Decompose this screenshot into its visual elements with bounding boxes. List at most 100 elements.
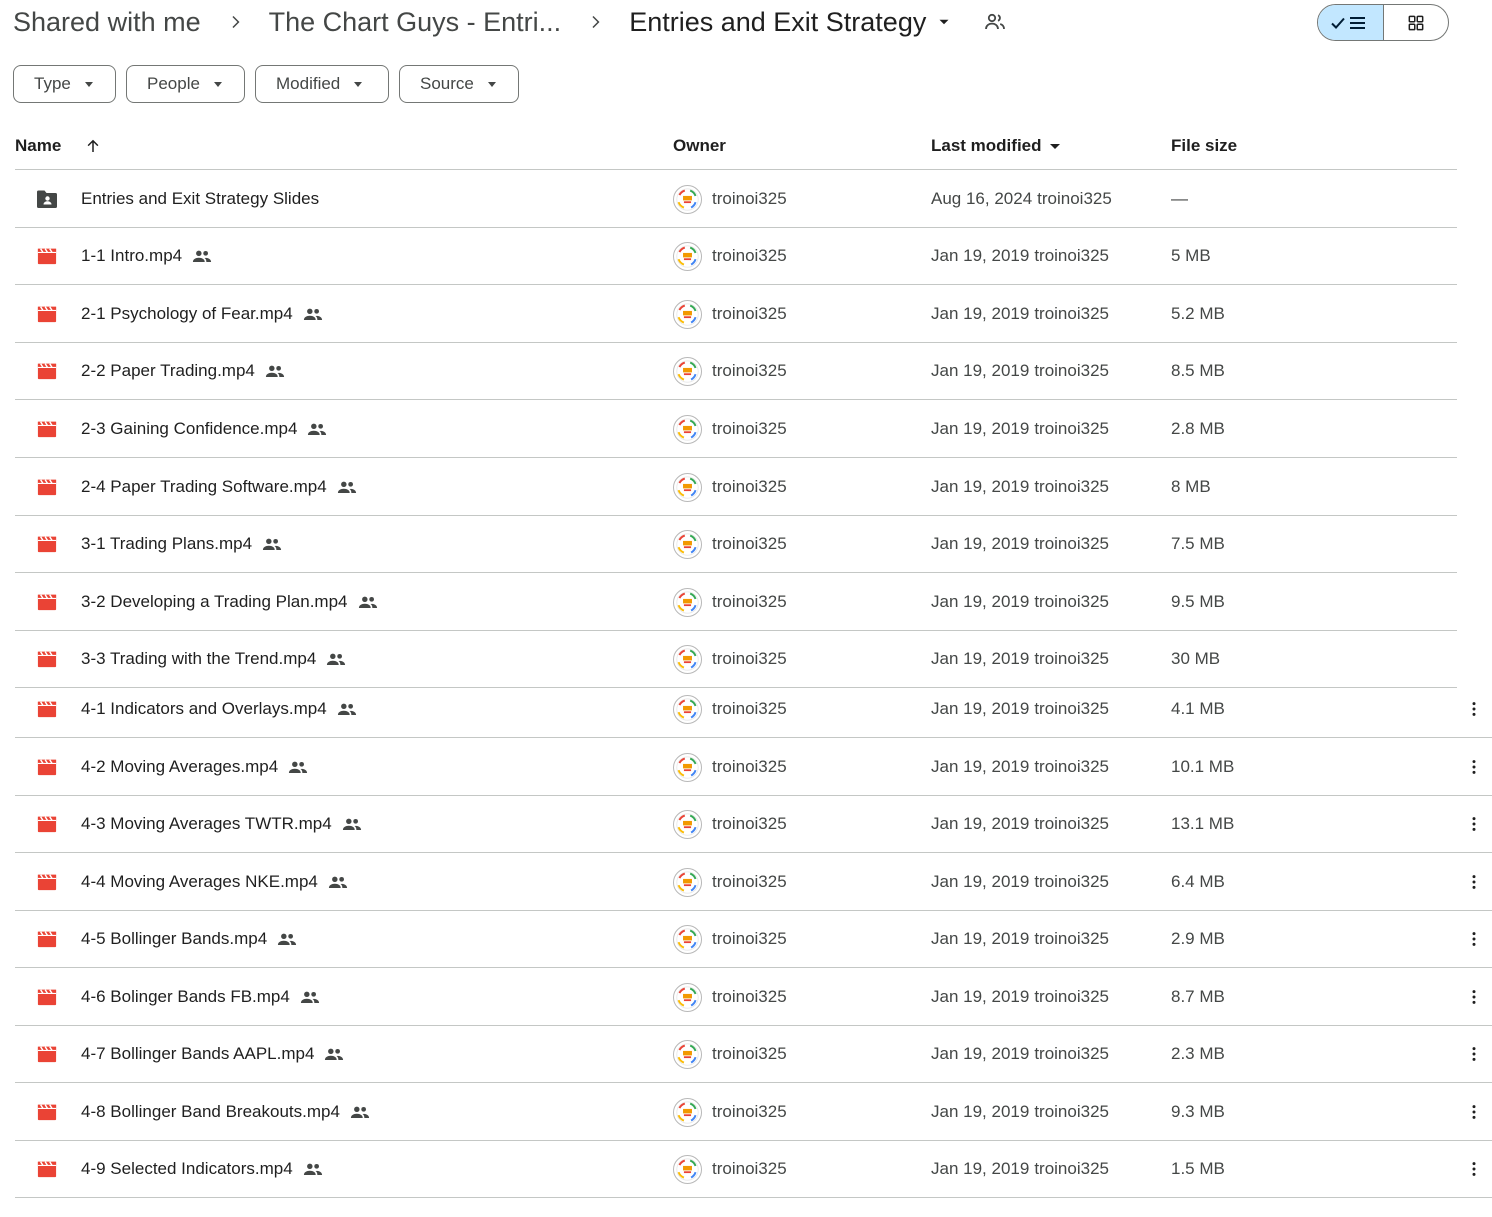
owner-name: troinoi325 (712, 189, 787, 208)
filter-people[interactable]: People (126, 65, 245, 103)
owner-cell: troinoi325 (673, 739, 787, 795)
table-row[interactable]: 4-8 Bollinger Band Breakouts.mp4 troinoi3… (15, 1084, 1492, 1141)
file-name[interactable]: 2-3 Gaining Confidence.mp4 (81, 419, 297, 439)
file-name-cell: 4-9 Selected Indicators.mp4 (81, 1141, 325, 1197)
file-name[interactable]: 4-2 Moving Averages.mp4 (81, 757, 278, 777)
file-size-cell: 8 MB (1171, 459, 1211, 515)
more-vert-icon[interactable] (1458, 981, 1490, 1013)
shared-people-icon (303, 1161, 325, 1177)
file-name[interactable]: 4-4 Moving Averages NKE.mp4 (81, 872, 318, 892)
list-view-button[interactable] (1318, 5, 1384, 40)
modified-by: troinoi325 (1034, 814, 1109, 833)
modified-date: Jan 19, 2019 (931, 592, 1030, 611)
table-row[interactable]: 4-6 Bolinger Bands FB.mp4 troinoi325 Jan 1… (15, 969, 1492, 1026)
file-name[interactable]: 4-9 Selected Indicators.mp4 (81, 1159, 293, 1179)
shared-people-icon (342, 816, 364, 832)
table-row[interactable]: 3-2 Developing a Trading Plan.mp4 troinoi… (15, 574, 1457, 631)
last-modified-cell: Jan 19, 2019 troinoi325 (931, 574, 1109, 630)
shared-folder-people-icon[interactable] (982, 9, 1008, 35)
file-name[interactable]: 2-4 Paper Trading Software.mp4 (81, 477, 327, 497)
table-row[interactable]: 4-3 Moving Averages TWTR.mp4 troinoi325 Ja… (15, 796, 1492, 853)
owner-cell: troinoi325 (673, 516, 787, 572)
column-header-name-label: Name (15, 136, 62, 155)
file-size-cell: 13.1 MB (1171, 796, 1234, 852)
more-vert-icon[interactable] (1458, 808, 1490, 840)
breadcrumb-parent-folder[interactable]: The Chart Guys - Entri... (269, 7, 562, 38)
modified-by: troinoi325 (1034, 361, 1109, 380)
owner-name: troinoi325 (712, 304, 787, 323)
video-file-icon (35, 591, 59, 613)
more-vert-icon[interactable] (1458, 1096, 1490, 1128)
modified-by: troinoi325 (1034, 419, 1109, 438)
modified-by: troinoi325 (1034, 592, 1109, 611)
table-row[interactable]: 3-3 Trading with the Trend.mp4 troinoi325… (15, 631, 1457, 688)
file-name-cell: 1-1 Intro.mp4 (81, 228, 214, 284)
shared-people-icon (262, 536, 284, 552)
file-size-cell: 7.5 MB (1171, 516, 1225, 572)
table-row[interactable]: 4-4 Moving Averages NKE.mp4 troinoi325 Jan… (15, 854, 1492, 911)
arrow-up-icon[interactable] (83, 136, 103, 156)
owner-avatar (673, 924, 702, 954)
video-file-icon (35, 533, 59, 555)
table-row[interactable]: 2-1 Psychology of Fear.mp4 troinoi325 Jan … (15, 286, 1457, 343)
table-row[interactable]: 1-1 Intro.mp4 troinoi325 Jan 19, 2019 troin… (15, 228, 1457, 285)
owner-cell: troinoi325 (673, 574, 787, 630)
file-size: 2.3 MB (1171, 1044, 1225, 1063)
file-name[interactable]: 3-1 Trading Plans.mp4 (81, 534, 252, 554)
table-row[interactable]: 4-9 Selected Indicators.mp4 troinoi325 Jan… (15, 1141, 1492, 1198)
table-row[interactable]: 4-2 Moving Averages.mp4 troinoi325 Jan 19,… (15, 739, 1492, 796)
file-name[interactable]: 2-1 Psychology of Fear.mp4 (81, 304, 293, 324)
caret-down-icon[interactable] (932, 10, 956, 34)
file-size-cell: 5 MB (1171, 228, 1211, 284)
grid-view-button[interactable] (1384, 5, 1449, 40)
table-row[interactable]: 3-1 Trading Plans.mp4 troinoi325 Jan 19, 2… (15, 516, 1457, 573)
owner-name: troinoi325 (712, 929, 787, 948)
more-vert-icon[interactable] (1458, 751, 1490, 783)
filter-type[interactable]: Type (13, 65, 116, 103)
modified-date: Jan 19, 2019 (931, 246, 1030, 265)
breadcrumb-current-folder[interactable]: Entries and Exit Strategy (629, 7, 956, 38)
owner-cell: troinoi325 (673, 854, 787, 910)
more-vert-icon[interactable] (1458, 923, 1490, 955)
file-name[interactable]: 4-8 Bollinger Band Breakouts.mp4 (81, 1102, 340, 1122)
video-file-icon (35, 648, 59, 670)
owner-avatar (673, 414, 702, 444)
filter-modified[interactable]: Modified (255, 65, 389, 103)
shared-people-icon (307, 421, 329, 437)
file-name[interactable]: 4-3 Moving Averages TWTR.mp4 (81, 814, 332, 834)
grid-icon (1408, 15, 1424, 30)
file-name[interactable]: 4-6 Bolinger Bands FB.mp4 (81, 987, 290, 1007)
column-header-file-size[interactable]: File size (1171, 126, 1237, 166)
column-header-owner[interactable]: Owner (673, 126, 726, 166)
more-vert-icon[interactable] (1458, 866, 1490, 898)
file-name[interactable]: 4-1 Indicators and Overlays.mp4 (81, 699, 327, 719)
table-row[interactable]: 4-5 Bollinger Bands.mp4 troinoi325 Jan 19,… (15, 911, 1492, 968)
owner-name: troinoi325 (712, 1102, 787, 1121)
table-row[interactable]: 4-7 Bollinger Bands AAPL.mp4 troinoi325 Ja… (15, 1026, 1492, 1083)
column-header-name[interactable]: Name (15, 126, 103, 166)
table-row[interactable]: 4-1 Indicators and Overlays.mp4 troinoi32… (15, 681, 1492, 738)
breadcrumb-shared-with-me[interactable]: Shared with me (13, 7, 201, 38)
more-vert-icon[interactable] (1458, 1038, 1490, 1070)
more-vert-icon[interactable] (1458, 693, 1490, 725)
file-name[interactable]: 4-5 Bollinger Bands.mp4 (81, 929, 267, 949)
table-row[interactable]: 2-4 Paper Trading Software.mp4 troinoi325… (15, 459, 1457, 516)
file-name[interactable]: 1-1 Intro.mp4 (81, 246, 182, 266)
more-vert-icon[interactable] (1458, 1153, 1490, 1185)
last-modified-cell: Jan 19, 2019 troinoi325 (931, 681, 1109, 737)
column-header-last-modified[interactable]: Last modified (931, 126, 1060, 166)
file-name[interactable]: 4-7 Bollinger Bands AAPL.mp4 (81, 1044, 314, 1064)
file-size: 1.5 MB (1171, 1159, 1225, 1178)
last-modified-cell: Jan 19, 2019 troinoi325 (931, 796, 1109, 852)
owner-avatar (673, 694, 702, 724)
file-size-cell: 2.3 MB (1171, 1026, 1225, 1082)
file-name[interactable]: 2-2 Paper Trading.mp4 (81, 361, 255, 381)
video-file-icon (35, 360, 59, 382)
table-row[interactable]: 2-2 Paper Trading.mp4 troinoi325 Jan 19, 2… (15, 343, 1457, 400)
table-row[interactable]: Entries and Exit Strategy Slides troinoi3… (15, 171, 1457, 228)
file-name[interactable]: 3-3 Trading with the Trend.mp4 (81, 649, 316, 669)
table-row[interactable]: 2-3 Gaining Confidence.mp4 troinoi325 Jan … (15, 401, 1457, 458)
file-name[interactable]: 3-2 Developing a Trading Plan.mp4 (81, 592, 348, 612)
filter-source[interactable]: Source (399, 65, 519, 103)
file-name[interactable]: Entries and Exit Strategy Slides (81, 189, 319, 209)
